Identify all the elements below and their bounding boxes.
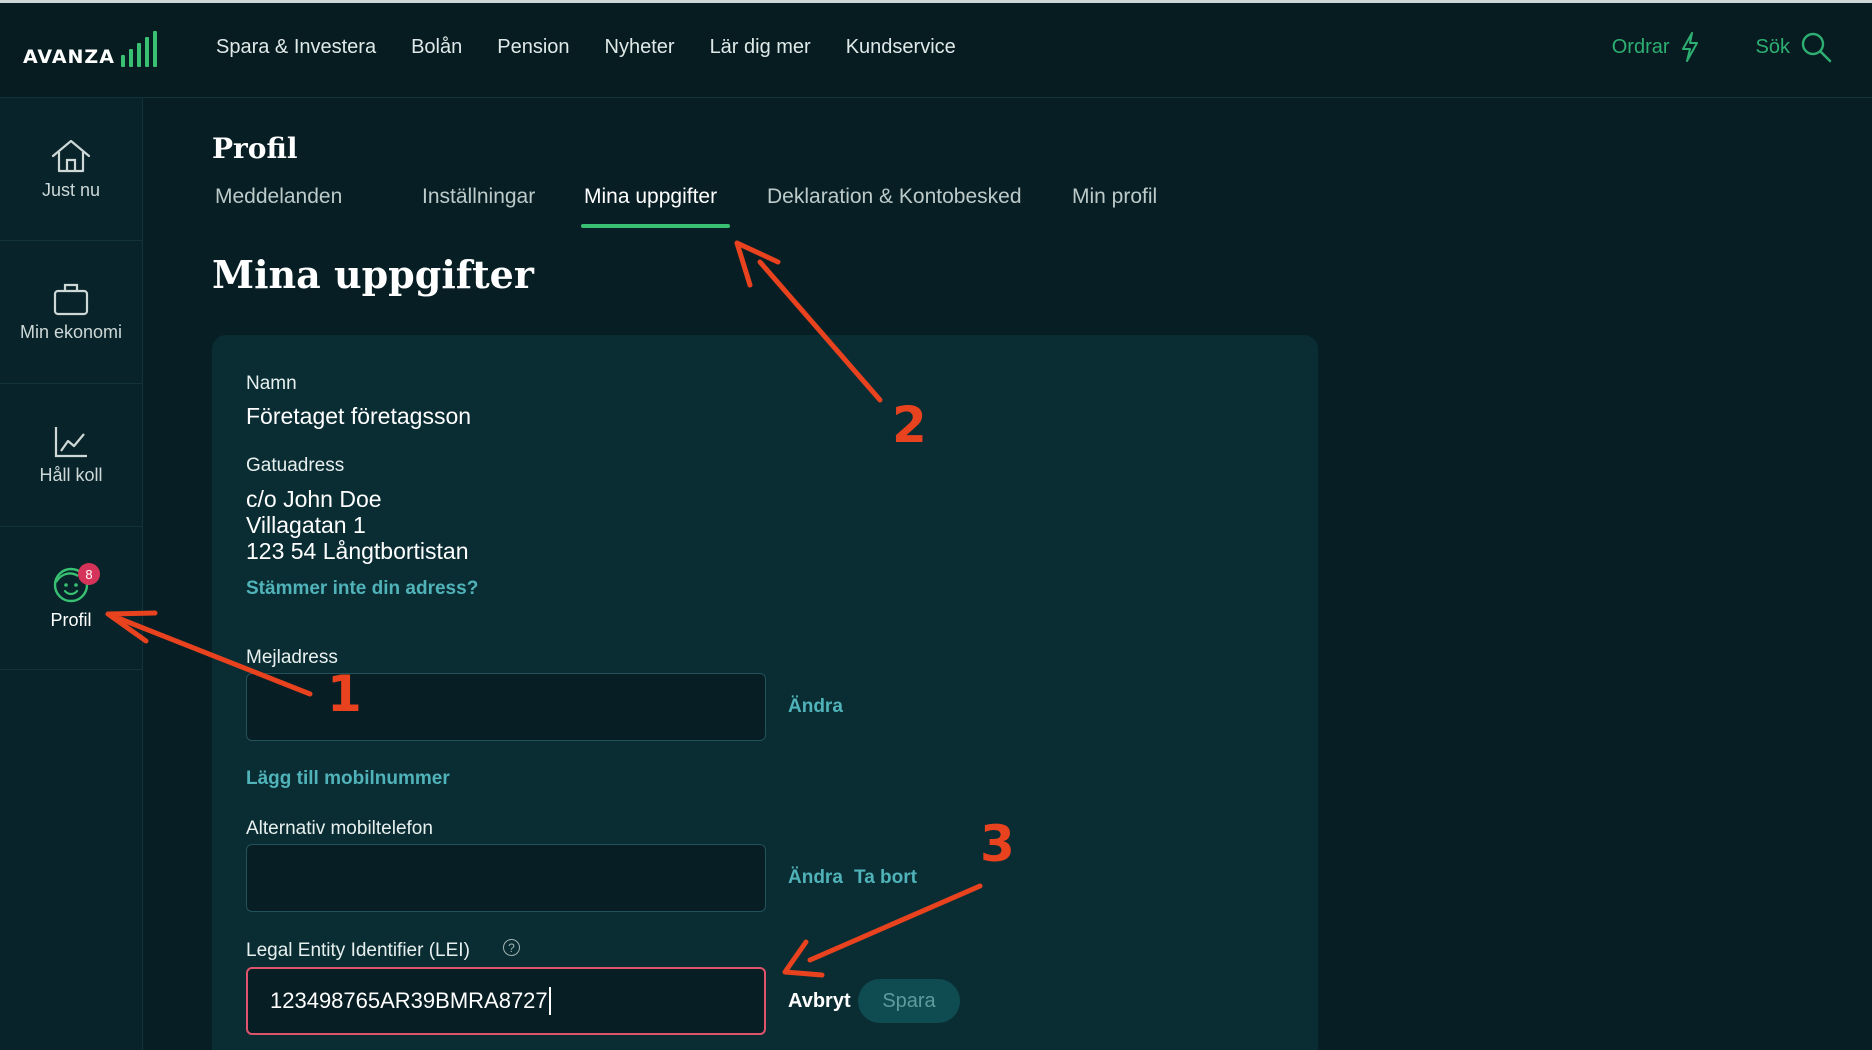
logo-bars-icon [120, 31, 157, 69]
address-wrong-link[interactable]: Stämmer inte din adress? [246, 578, 478, 600]
name-value: Företaget företagsson [246, 403, 472, 429]
logo-text: AVANZA [23, 46, 115, 68]
nav-kundservice[interactable]: Kundservice [846, 36, 956, 59]
nav-pension[interactable]: Pension [497, 36, 569, 59]
email-input[interactable] [246, 673, 766, 741]
alt-phone-input[interactable] [246, 844, 766, 912]
search-button[interactable]: Sök [1756, 31, 1832, 63]
avanza-logo[interactable]: AVANZA [23, 25, 157, 69]
lei-label: Legal Entity Identifier (LEI) [246, 940, 470, 961]
nav-lar-dig-mer[interactable]: Lär dig mer [710, 36, 811, 59]
top-right-actions: Ordrar Sök [1556, 31, 1832, 63]
help-icon[interactable]: ? [503, 939, 520, 956]
alt-phone-change-link[interactable]: Ändra [788, 867, 843, 889]
main-nav: Spara & Investera Bolån Pension Nyheter … [216, 36, 991, 59]
orders-button[interactable]: Ordrar [1612, 32, 1700, 62]
notification-badge: 8 [78, 563, 100, 585]
details-card: Namn Företaget företagsson Gatuadress c/… [212, 335, 1318, 1050]
orders-label: Ordrar [1611, 35, 1670, 58]
address-label: Gatuadress [246, 455, 345, 476]
annotation-number-1: 1 [327, 665, 362, 723]
alt-phone-label: Alternativ mobiltelefon [246, 818, 433, 839]
text-caret [548, 987, 551, 1015]
search-label: Sök [1755, 35, 1790, 58]
annotation-number-3: 3 [980, 815, 1015, 873]
briefcase-icon [53, 283, 89, 315]
cancel-button[interactable]: Avbryt [788, 990, 851, 1013]
address-line-3: 123 54 Långtbortistan [246, 538, 469, 564]
sidebar-item-label: Just nu [41, 179, 101, 200]
alt-phone-remove-link[interactable]: Ta bort [854, 867, 917, 889]
page-heading: Mina uppgifter [212, 252, 534, 297]
tab-mina-uppgifter[interactable]: Mina uppgifter [584, 185, 717, 209]
lightning-icon [1681, 32, 1698, 62]
address-line-1: c/o John Doe [246, 486, 382, 512]
lei-input-value: 123498765AR39BMRA8727 [270, 988, 548, 1013]
nav-bolan[interactable]: Bolån [411, 36, 462, 59]
sidebar-item-label: Min ekonomi [19, 321, 123, 342]
sidebar-item-just-nu[interactable]: Just nu [0, 98, 142, 241]
profile-title: Profil [212, 132, 298, 165]
sidebar: Just nu Min ekonomi Håll koll 8 Profil [0, 98, 143, 1050]
line-chart-icon [54, 426, 87, 457]
name-label: Namn [246, 373, 297, 394]
lei-input[interactable]: 123498765AR39BMRA8727 [246, 967, 766, 1035]
add-mobile-link[interactable]: Lägg till mobilnummer [246, 768, 450, 790]
address-line-2: Villagatan 1 [246, 512, 366, 538]
nav-nyheter[interactable]: Nyheter [605, 36, 675, 59]
email-label: Mejladress [246, 647, 338, 668]
home-icon [51, 139, 91, 172]
nav-spara-investera[interactable]: Spara & Investera [216, 36, 376, 59]
sidebar-item-hall-koll[interactable]: Håll koll [0, 384, 142, 527]
tab-installningar[interactable]: Inställningar [422, 185, 535, 209]
sidebar-item-profil[interactable]: 8 Profil [0, 527, 142, 670]
sidebar-item-label: Profil [50, 609, 92, 630]
email-change-link[interactable]: Ändra [788, 696, 843, 718]
tab-meddelanden[interactable]: Meddelanden [215, 185, 342, 209]
active-tab-indicator [581, 224, 730, 228]
sidebar-item-min-ekonomi[interactable]: Min ekonomi [0, 241, 142, 384]
tab-deklaration-kontobesked[interactable]: Deklaration & Kontobesked [767, 185, 1022, 209]
tab-min-profil[interactable]: Min profil [1072, 185, 1157, 209]
search-icon [1801, 32, 1832, 63]
annotation-number-2: 2 [892, 396, 927, 454]
top-bar: AVANZA Spara & Investera Bolån Pension N… [0, 0, 1872, 98]
save-button[interactable]: Spara [858, 979, 960, 1023]
sidebar-item-label: Håll koll [39, 464, 103, 485]
